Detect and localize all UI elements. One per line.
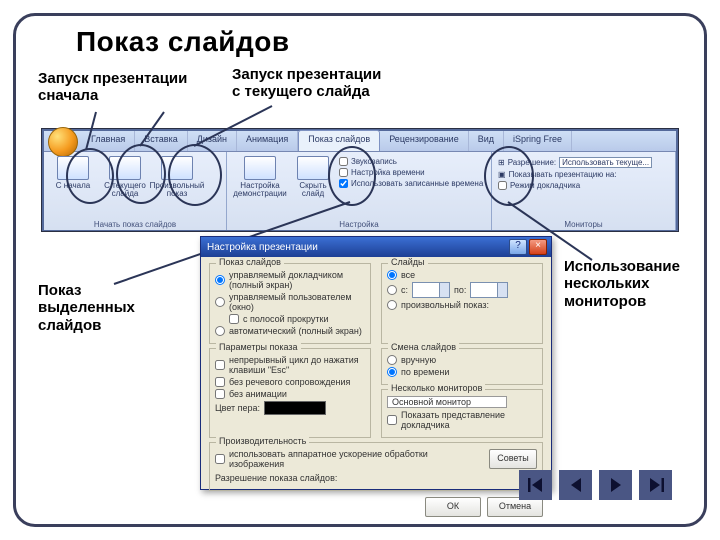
annotation-monitors: Использование нескольких мониторов (564, 258, 680, 310)
spin-from[interactable] (412, 282, 450, 298)
next-icon (606, 475, 626, 495)
group-multiple-monitors: Несколько мониторов Основной монитор Пок… (381, 389, 543, 438)
btn-from-beginning[interactable]: С начала (50, 154, 96, 190)
chk-hw-accel[interactable]: использовать аппаратное ускорение обрабо… (215, 449, 483, 469)
group-setup: Настройка демонстрации Скрыть слайд Звук… (227, 152, 492, 230)
screen-icon (244, 156, 276, 180)
radio-speaker[interactable]: управляемый докладчиком (полный экран) (215, 270, 365, 290)
last-icon (646, 475, 666, 495)
ribbon-tabs: Главная Вставка Дизайн Анимация Показ сл… (44, 131, 676, 152)
help-button[interactable]: ? (509, 239, 527, 255)
radio-kiosk[interactable]: автоматический (полный экран) (215, 326, 365, 336)
nav-prev[interactable] (559, 470, 592, 500)
radio-individual[interactable]: управляемый пользователем (окно) (215, 292, 365, 312)
chk-presenter-view[interactable]: Режим докладчика (498, 181, 669, 190)
group-slides: Слайды все с: по: произвольный показ: (381, 263, 543, 344)
screen-icon (57, 156, 89, 180)
chk-presenter[interactable]: Показать представление докладчика (387, 410, 537, 430)
annotation-from-start: Запуск презентации сначала (38, 70, 187, 105)
slide-frame: Показ слайдов Запуск презентации сначала… (13, 13, 707, 527)
btn-custom-show[interactable]: Произвольный показ (154, 154, 200, 199)
chk-loop[interactable]: непрерывный цикл до нажатия клавиши "Esc… (215, 355, 365, 375)
chk-scrollbar[interactable]: с полосой прокрутки (229, 314, 365, 324)
btn-ok[interactable]: ОК (425, 497, 481, 517)
radio-range[interactable]: с: по: (387, 282, 537, 298)
tab-slideshow[interactable]: Показ слайдов (298, 130, 380, 151)
nav-last[interactable] (639, 470, 672, 500)
pen-color[interactable]: Цвет пера: (215, 401, 365, 415)
group-monitors: ⊞Разрешение:Использовать текуще... ▣Пока… (492, 152, 676, 230)
tab-insert[interactable]: Вставка (135, 131, 187, 151)
group-advance: Смена слайдов вручную по времени (381, 348, 543, 385)
first-icon (526, 475, 546, 495)
chk-no-animation[interactable]: без анимации (215, 389, 365, 399)
chk-use-timings[interactable]: Использовать записанные времена (339, 179, 483, 188)
nav-first[interactable] (519, 470, 552, 500)
group-show-options: Параметры показа непрерывный цикл до наж… (209, 348, 371, 438)
radio-timings[interactable]: по времени (387, 367, 537, 377)
dialog-title-text: Настройка презентации (207, 242, 318, 253)
radio-all[interactable]: все (387, 270, 537, 280)
close-button[interactable]: × (529, 239, 547, 255)
tab-ispring[interactable]: iSpring Free (504, 131, 572, 151)
btn-from-current[interactable]: С текущего слайда (102, 154, 148, 199)
chk-no-narration[interactable]: без речевого сопровождения (215, 377, 365, 387)
btn-cancel[interactable]: Отмена (487, 497, 543, 517)
ribbon: Главная Вставка Дизайн Анимация Показ сл… (42, 129, 678, 231)
dialog-titlebar: Настройка презентации ? × (201, 237, 551, 257)
chk-record-narration[interactable]: Звукозапись (339, 157, 483, 166)
group-label-monitors: Мониторы (498, 220, 669, 230)
spin-to[interactable] (470, 282, 508, 298)
monitors-show-on[interactable]: ▣Показывать презентацию на: (498, 170, 669, 179)
chk-rehearse-timings[interactable]: Настройка времени (339, 168, 483, 177)
tab-design[interactable]: Дизайн (188, 131, 237, 151)
screen-icon (109, 156, 141, 180)
slide-title: Показ слайдов (76, 26, 290, 58)
btn-tips[interactable]: Советы (489, 449, 537, 469)
tab-view[interactable]: Вид (469, 131, 504, 151)
dropdown-monitor[interactable]: Основной монитор (387, 396, 507, 408)
monitors-resolution[interactable]: ⊞Разрешение:Использовать текуще... (498, 157, 669, 168)
btn-set-up-show[interactable]: Настройка демонстрации (233, 154, 287, 199)
group-label-start: Начать показ слайдов (50, 220, 220, 230)
prev-icon (566, 475, 586, 495)
annotation-selected: Показ выделенных слайдов (38, 282, 135, 334)
screen-icon (297, 156, 329, 180)
group-show-type: Показ слайдов управляемый докладчиком (п… (209, 263, 371, 344)
tab-home[interactable]: Главная (82, 131, 135, 151)
btn-hide-slide[interactable]: Скрыть слайд (293, 154, 333, 199)
tab-animation[interactable]: Анимация (237, 131, 298, 151)
screen-icon (161, 156, 193, 180)
group-label-setup: Настройка (233, 220, 485, 230)
group-start-show: С начала С текущего слайда Произвольный … (44, 152, 227, 230)
nav-next[interactable] (599, 470, 632, 500)
annotation-from-current: Запуск презентации с текущего слайда (232, 66, 381, 101)
radio-custom[interactable]: произвольный показ: (387, 300, 537, 310)
nav-buttons (519, 470, 672, 500)
radio-manual[interactable]: вручную (387, 355, 537, 365)
tab-review[interactable]: Рецензирование (380, 131, 469, 151)
dialog-set-up-show: Настройка презентации ? × Показ слайдов … (200, 236, 552, 490)
group-performance: Производительность использовать аппаратн… (209, 442, 543, 491)
